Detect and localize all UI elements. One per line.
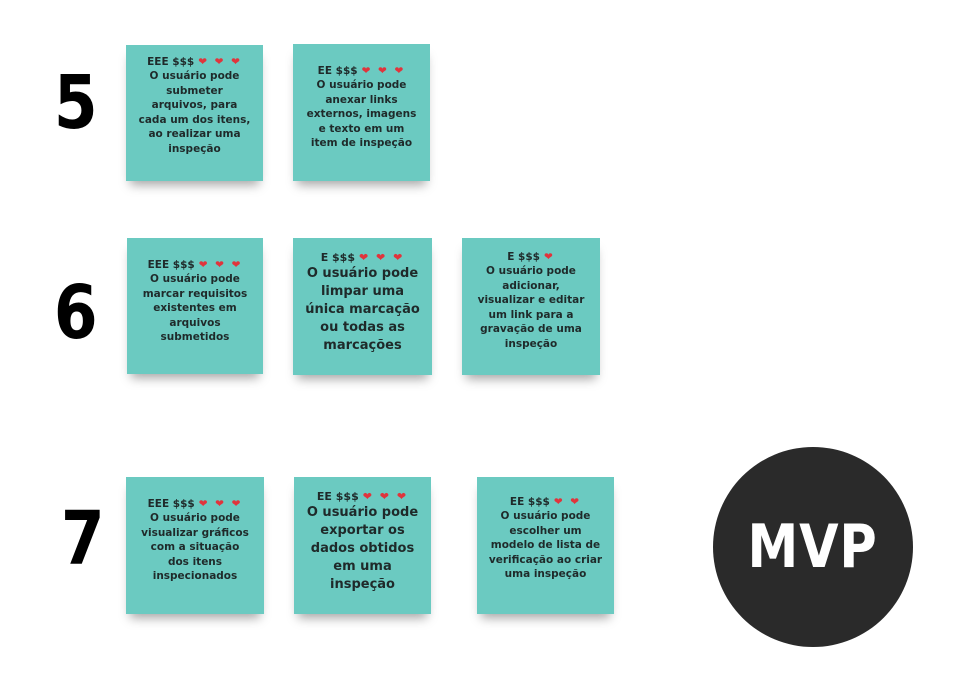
heart-icon: ❤ ❤ (553, 496, 582, 508)
mvp-badge: MVP (713, 447, 913, 647)
note-text: O usuário pode adicionar, visualizar e e… (477, 265, 585, 350)
sticky-note: EEE $$$ ❤ ❤ ❤ O usuário pode visualizar … (126, 477, 264, 614)
effort-label: EE $$$ (509, 496, 550, 508)
sticky-note: EEE $$$ ❤ ❤ ❤ O usuário pode submeter ar… (126, 45, 263, 181)
row-number-7: 7 (60, 496, 105, 582)
sticky-note: E $$$ ❤ ❤ ❤ O usuário pode limpar uma ún… (293, 238, 432, 375)
sticky-note: EEE $$$ ❤ ❤ ❤ O usuário pode marcar requ… (127, 238, 263, 374)
effort-label: EE $$$ (317, 65, 358, 77)
heart-icon: ❤ ❤ ❤ (361, 65, 406, 77)
note-text: O usuário pode escolher um modelo de lis… (488, 510, 603, 581)
heart-icon: ❤ ❤ ❤ (198, 56, 242, 68)
sticky-note: EE $$$ ❤ ❤ ❤ O usuário pode exportar os … (294, 477, 431, 614)
effort-label: EEE $$$ (147, 259, 195, 271)
heart-icon: ❤ ❤ ❤ (198, 498, 243, 510)
note-text: O usuário pode exportar os dados obtidos… (306, 505, 419, 592)
mvp-label: MVP (747, 512, 879, 582)
effort-label: EE $$$ (316, 490, 359, 503)
sticky-note: EE $$$ ❤ ❤ O usuário pode escolher um mo… (477, 477, 614, 614)
note-text: O usuário pode limpar uma única marcação… (305, 266, 420, 353)
effort-label: E $$$ (507, 251, 540, 263)
heart-icon: ❤ ❤ ❤ (198, 259, 243, 271)
note-text: O usuário pode submeter arquivos, para c… (138, 70, 251, 155)
effort-label: EEE $$$ (147, 498, 195, 510)
sticky-note: E $$$ ❤ O usuário pode adicionar, visual… (462, 238, 600, 375)
sticky-note: EE $$$ ❤ ❤ ❤ O usuário pode anexar links… (293, 44, 430, 181)
note-text: O usuário pode marcar requisitos existen… (142, 273, 248, 344)
note-text: O usuário pode visualizar gráficos com a… (141, 512, 249, 583)
row-number-6: 6 (53, 270, 98, 356)
note-text: O usuário pode anexar links externos, im… (306, 79, 417, 150)
heart-icon: ❤ ❤ ❤ (362, 490, 409, 503)
effort-label: EEE $$$ (147, 56, 195, 68)
heart-icon: ❤ ❤ ❤ (359, 251, 405, 264)
heart-icon: ❤ (543, 251, 555, 263)
effort-label: E $$$ (320, 251, 355, 264)
row-number-5: 5 (53, 60, 98, 146)
